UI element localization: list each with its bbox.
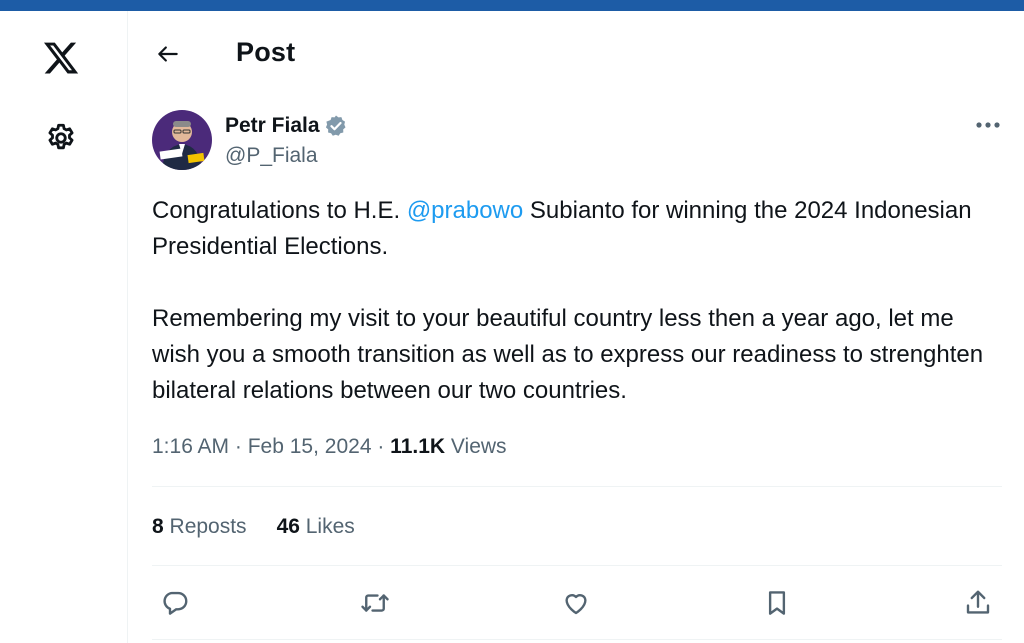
views-label: Views (445, 435, 507, 458)
post-text-part: Congratulations to H.E. (152, 197, 407, 224)
more-options-button[interactable] (973, 113, 1003, 137)
mention-link[interactable]: @prabowo (407, 197, 523, 224)
post-paragraph-2: Remembering my visit to your beautiful c… (152, 305, 984, 404)
meta-separator: · (371, 435, 391, 458)
reply-icon (160, 588, 190, 618)
likes-count: 46 (276, 515, 300, 538)
likes-label: Likes (299, 515, 355, 538)
arrow-left-icon (155, 41, 181, 67)
bookmark-button[interactable] (757, 583, 797, 623)
likes-stat[interactable]: 46 Likes (277, 515, 355, 539)
views-count: 11.1K (390, 435, 446, 458)
share-icon (963, 588, 993, 618)
like-icon (561, 588, 591, 618)
repost-icon (359, 588, 391, 618)
x-logo-icon[interactable] (40, 37, 82, 79)
post-time[interactable]: 1:16 AM (152, 435, 229, 458)
page-title: Post (236, 37, 296, 67)
author-handle[interactable]: @P_Fiala (225, 144, 318, 168)
author-name[interactable]: Petr Fiala (225, 114, 320, 138)
author-name-row[interactable]: Petr Fiala (225, 114, 348, 138)
post-date[interactable]: Feb 15, 2024 (248, 435, 372, 458)
post-metadata: 1:16 AM · Feb 15, 2024 · 11.1K Views (152, 435, 507, 459)
divider (152, 486, 1002, 487)
post-actions (152, 583, 1002, 623)
post-paragraph-1: Congratulations to H.E. @prabowo Subiant… (152, 193, 1002, 265)
reposts-label: Reposts (163, 515, 247, 538)
reposts-count: 8 (152, 515, 164, 538)
avatar[interactable] (152, 110, 212, 170)
like-button[interactable] (556, 583, 596, 623)
share-button[interactable] (958, 583, 998, 623)
meta-separator: · (229, 435, 248, 458)
post-text: Congratulations to H.E. @prabowo Subiant… (152, 193, 1002, 409)
gear-icon[interactable] (42, 119, 80, 157)
divider (152, 639, 1002, 640)
left-navigation (0, 11, 128, 643)
reply-button[interactable] (155, 583, 195, 623)
repost-button[interactable] (355, 583, 395, 623)
reposts-stat[interactable]: 8 Reposts (152, 515, 247, 539)
divider (152, 565, 1002, 566)
more-horizontal-icon (975, 121, 1001, 129)
post-stats: 8 Reposts 46 Likes (152, 515, 355, 539)
post-view: Post Petr Fiala @P_Fiala Congratulations… (129, 11, 1024, 643)
bookmark-icon (762, 588, 792, 618)
browser-top-bar (0, 0, 1024, 11)
verified-badge-icon[interactable] (324, 114, 348, 138)
back-button[interactable] (151, 37, 185, 71)
post-header: Post (129, 11, 1024, 91)
